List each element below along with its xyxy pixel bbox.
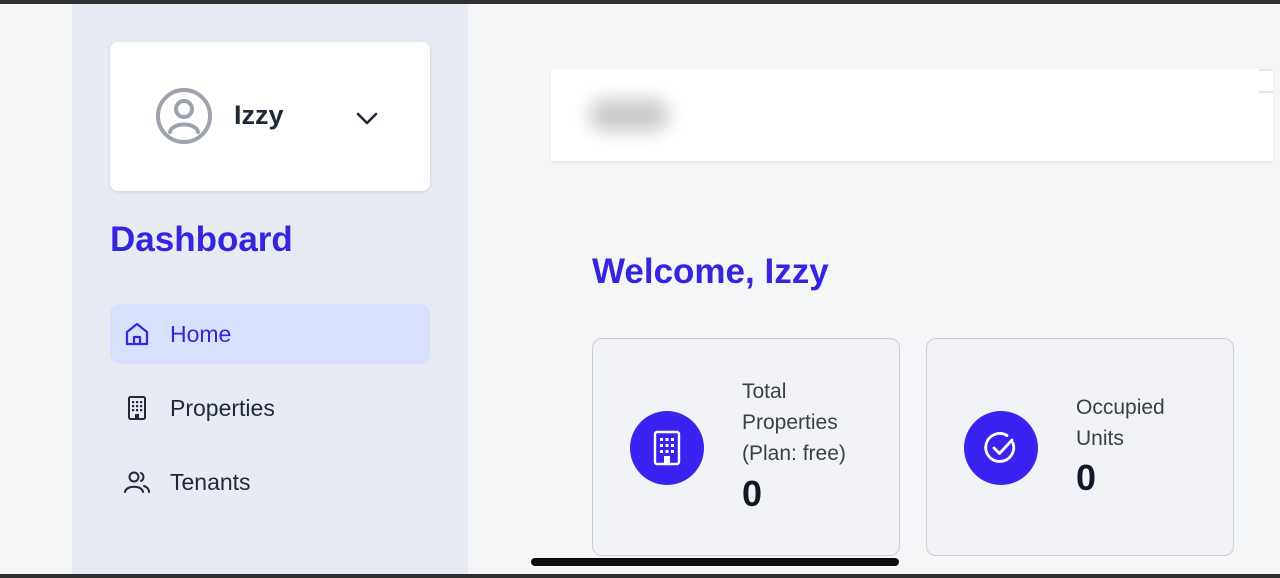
screen-bottom-edge xyxy=(0,574,1280,578)
stat-label: Occupied Units xyxy=(1076,396,1165,450)
stat-value: 0 xyxy=(1076,457,1097,498)
user-name: Izzy xyxy=(234,100,284,130)
sidebar-item-properties[interactable]: Properties xyxy=(110,378,430,438)
sidebar-item-label: Home xyxy=(170,320,232,347)
home-icon xyxy=(125,322,149,346)
welcome-heading: Welcome, Izzy xyxy=(592,252,829,291)
sidebar-item-label: Tenants xyxy=(170,468,251,495)
building-icon xyxy=(653,430,681,466)
chevron-down-icon[interactable] xyxy=(354,105,380,131)
users-icon xyxy=(124,471,150,493)
top-header xyxy=(551,69,1273,161)
building-icon xyxy=(128,396,146,420)
sidebar-item-home[interactable]: Home xyxy=(110,304,430,364)
stat-card-total-properties: Total Properties (Plan: free) 0 xyxy=(592,338,900,556)
user-menu-card[interactable]: Izzy xyxy=(110,42,430,191)
sidebar-item-tenants[interactable]: Tenants xyxy=(110,452,430,512)
sidebar-title: Dashboard xyxy=(110,220,293,259)
user-circle-icon xyxy=(156,88,212,144)
menu-icon[interactable] xyxy=(1259,69,1273,93)
stat-label: Total Properties (Plan: free) xyxy=(742,380,846,465)
blurred-logo xyxy=(589,99,669,131)
stat-value: 0 xyxy=(742,473,763,514)
stat-icon-circle xyxy=(630,411,704,485)
stat-card-occupied-units: Occupied Units 0 xyxy=(926,338,1234,556)
left-gutter xyxy=(0,4,72,574)
sidebar: Izzy Dashboard Home Properties Tenants xyxy=(72,4,468,574)
check-circle-icon xyxy=(984,432,1016,463)
home-indicator-bar[interactable] xyxy=(531,558,899,566)
stat-icon-circle xyxy=(964,411,1038,485)
sidebar-item-label: Properties xyxy=(170,394,275,421)
